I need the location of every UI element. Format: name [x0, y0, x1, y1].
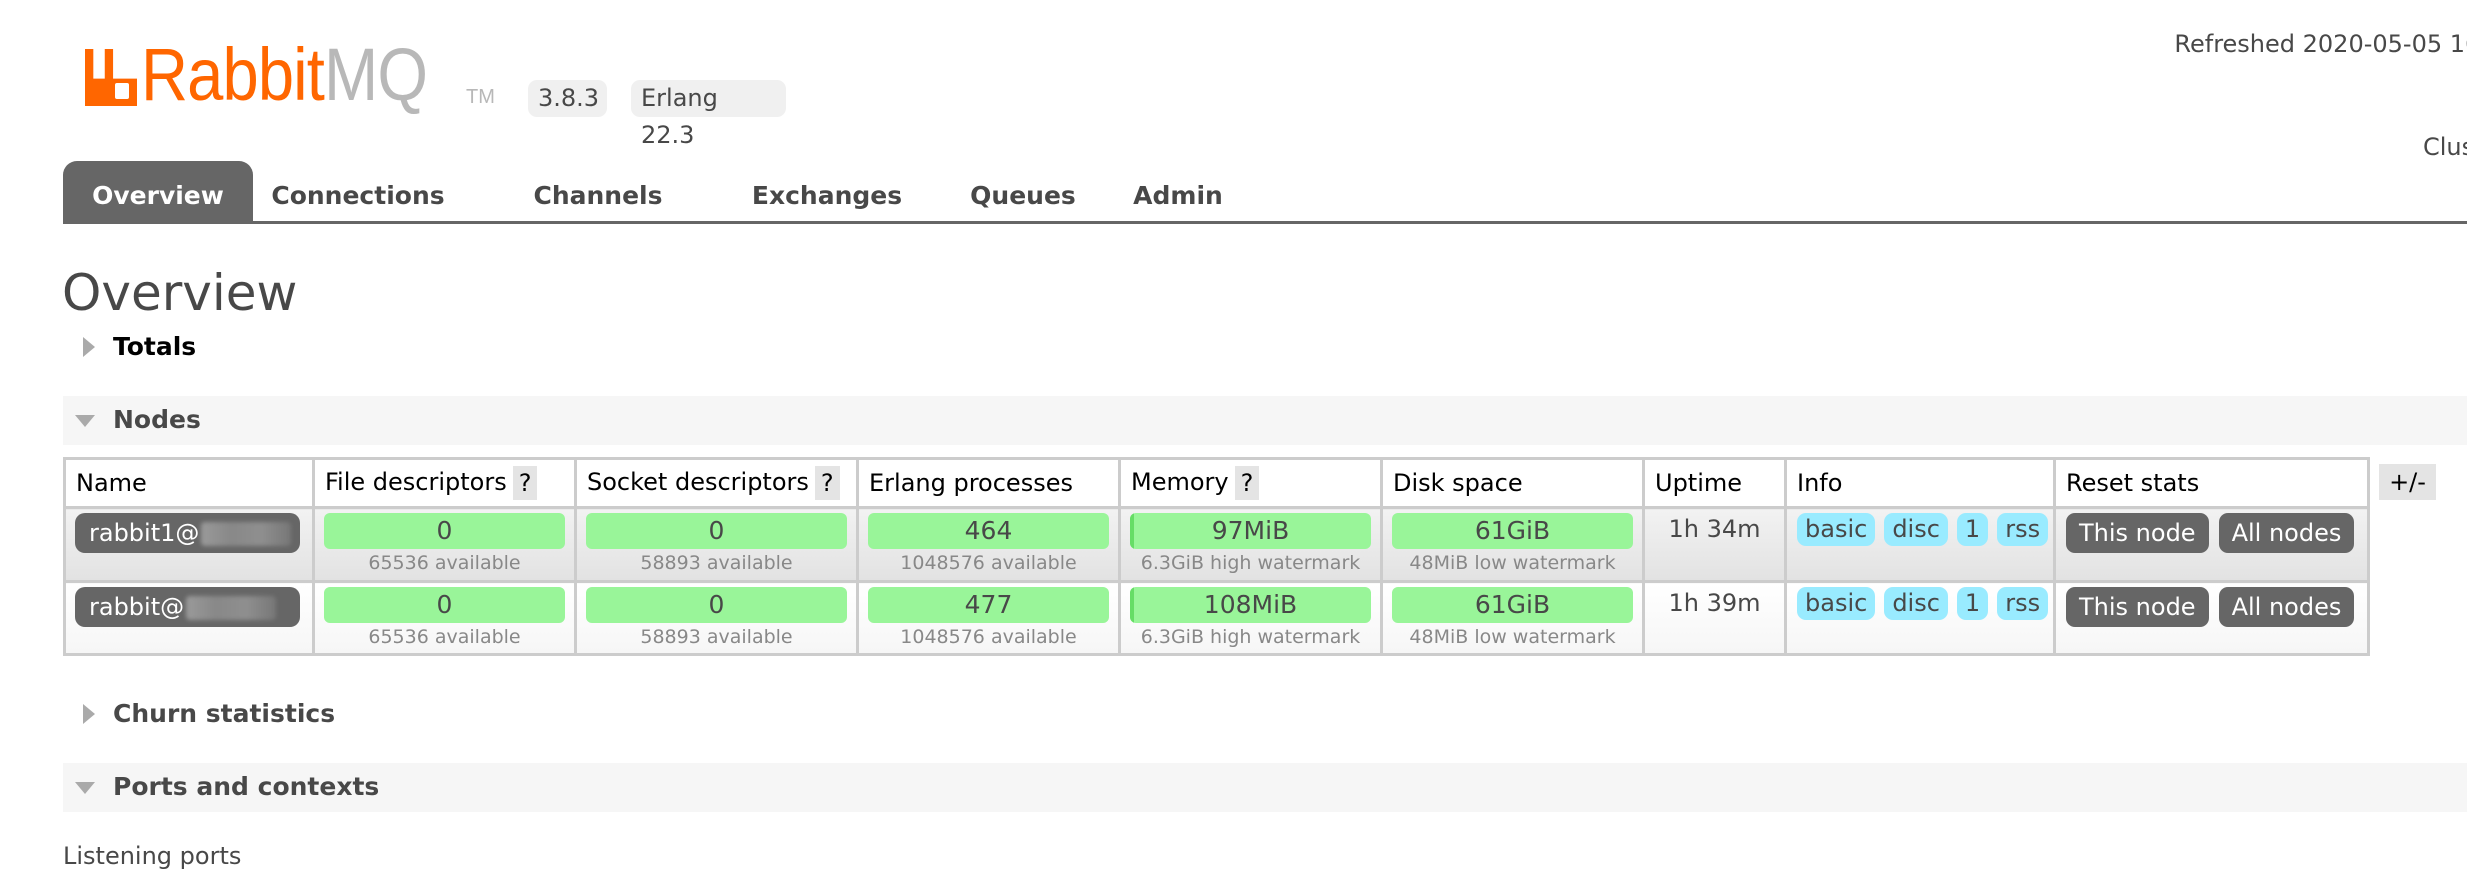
- nodes-table: Name File descriptors? Socket descriptor…: [63, 457, 2370, 656]
- section-churn-statistics[interactable]: Churn statistics: [63, 690, 2467, 739]
- section-nodes[interactable]: Nodes: [63, 396, 2467, 445]
- col-socket-descriptors: Socket descriptors?: [574, 457, 859, 509]
- col-reset-stats: Reset stats: [2053, 457, 2370, 509]
- uptime-value: 1h 39m: [1668, 589, 1761, 617]
- column-toggle-button[interactable]: +/-: [2379, 464, 2436, 500]
- help-button[interactable]: ?: [512, 466, 538, 500]
- file-descriptors-available: 65536 available: [368, 552, 521, 574]
- disk-space-bar: 61GiB: [1392, 513, 1633, 549]
- col-erlang-processes: Erlang processes: [856, 457, 1121, 509]
- info-badge-rss: rss: [1997, 587, 2049, 620]
- memory-bar-fill: [1130, 587, 1135, 623]
- tab-overview[interactable]: Overview: [63, 161, 253, 221]
- info-badges: basic disc 1 rss: [1797, 587, 2049, 620]
- section-ports-and-contexts[interactable]: Ports and contexts: [63, 763, 2467, 812]
- redacted-hostname: [186, 596, 277, 620]
- erlang-processes-bar: 464: [868, 513, 1109, 549]
- erlang-processes-available: 1048576 available: [900, 552, 1077, 574]
- erlang-version-badge: Erlang 22.3: [631, 80, 786, 149]
- info-badge-disc: disc: [1884, 513, 1948, 546]
- version-badge: 3.8.3: [528, 80, 607, 117]
- file-descriptors-available: 65536 available: [368, 626, 521, 648]
- section-title: Nodes: [113, 405, 201, 434]
- logo-rabbit-text: Rabbit: [141, 33, 325, 116]
- info-badge-disc: disc: [1884, 587, 1948, 620]
- memory-bar-fill: [1130, 513, 1134, 549]
- col-memory: Memory?: [1118, 457, 1383, 509]
- logo-mq-text: MQ: [323, 33, 428, 116]
- uptime-value: 1h 34m: [1668, 515, 1761, 543]
- trademark: TM: [466, 86, 495, 108]
- node-name-link[interactable]: rabbit@: [75, 587, 300, 627]
- collapse-arrow-icon: [75, 782, 95, 794]
- info-badges: basic disc 1 rss: [1797, 513, 2049, 546]
- section-title: Totals: [113, 332, 197, 361]
- tab-channels[interactable]: Channels: [523, 161, 673, 221]
- disk-low-watermark: 48MiB low watermark: [1409, 552, 1616, 574]
- rabbit-logo-icon: [85, 49, 137, 106]
- redacted-hostname: [201, 522, 292, 546]
- tab-exchanges[interactable]: Exchanges: [727, 161, 927, 221]
- socket-descriptors-available: 58893 available: [640, 626, 793, 648]
- help-button[interactable]: ?: [1234, 466, 1260, 500]
- tab-admin[interactable]: Admin: [1118, 161, 1238, 221]
- reset-this-node-button[interactable]: This node: [2066, 587, 2209, 627]
- erlang-processes-available: 1048576 available: [900, 626, 1077, 648]
- socket-descriptors-available: 58893 available: [640, 552, 793, 574]
- col-disk-space: Disk space: [1380, 457, 1645, 509]
- refreshed-timestamp: Refreshed 2020-05-05 16:44:: [2174, 30, 2467, 58]
- col-info: Info: [1784, 457, 2056, 509]
- col-name: Name: [63, 457, 315, 509]
- cluster-label: Cluster: [2423, 133, 2467, 161]
- memory-high-watermark: 6.3GiB high watermark: [1140, 552, 1361, 574]
- file-descriptors-bar: 0: [324, 513, 565, 549]
- memory-bar: 108MiB: [1130, 587, 1371, 623]
- col-uptime: Uptime: [1642, 457, 1787, 509]
- info-badge-count: 1: [1956, 513, 1989, 546]
- section-title: Ports and contexts: [113, 772, 380, 801]
- file-descriptors-bar: 0: [324, 587, 565, 623]
- memory-bar: 97MiB: [1130, 513, 1371, 549]
- reset-all-nodes-button[interactable]: All nodes: [2218, 513, 2355, 553]
- section-totals[interactable]: Totals: [63, 323, 2467, 372]
- collapse-arrow-icon: [75, 415, 95, 427]
- page-title: Overview: [62, 264, 298, 322]
- expand-arrow-icon: [83, 337, 95, 357]
- help-button[interactable]: ?: [814, 466, 840, 500]
- expand-arrow-icon: [83, 704, 95, 724]
- main-tabs: Overview Connections Channels Exchanges …: [63, 161, 2467, 224]
- reset-this-node-button[interactable]: This node: [2066, 513, 2209, 553]
- node-name-link[interactable]: rabbit1@: [75, 513, 300, 553]
- tab-queues[interactable]: Queues: [943, 161, 1103, 221]
- info-badge-rss: rss: [1997, 513, 2049, 546]
- socket-descriptors-bar: 0: [586, 513, 847, 549]
- tab-connections[interactable]: Connections: [268, 161, 448, 221]
- memory-high-watermark: 6.3GiB high watermark: [1140, 626, 1361, 648]
- table-row: rabbit@ 0 65536 available 0 58893 availa…: [63, 580, 2370, 656]
- erlang-processes-bar: 477: [868, 587, 1109, 623]
- info-badge-basic: basic: [1797, 513, 1876, 546]
- reset-all-nodes-button[interactable]: All nodes: [2218, 587, 2355, 627]
- rabbitmq-logo: RabbitMQ: [85, 38, 466, 112]
- socket-descriptors-bar: 0: [586, 587, 847, 623]
- info-badge-count: 1: [1956, 587, 1989, 620]
- disk-low-watermark: 48MiB low watermark: [1409, 626, 1616, 648]
- table-header-row: Name File descriptors? Socket descriptor…: [63, 457, 2370, 509]
- col-file-descriptors: File descriptors?: [312, 457, 577, 509]
- info-badge-basic: basic: [1797, 587, 1876, 620]
- disk-space-bar: 61GiB: [1392, 587, 1633, 623]
- table-row: rabbit1@ 0 65536 available 0 58893 avail…: [63, 506, 2370, 583]
- section-title: Churn statistics: [113, 699, 336, 728]
